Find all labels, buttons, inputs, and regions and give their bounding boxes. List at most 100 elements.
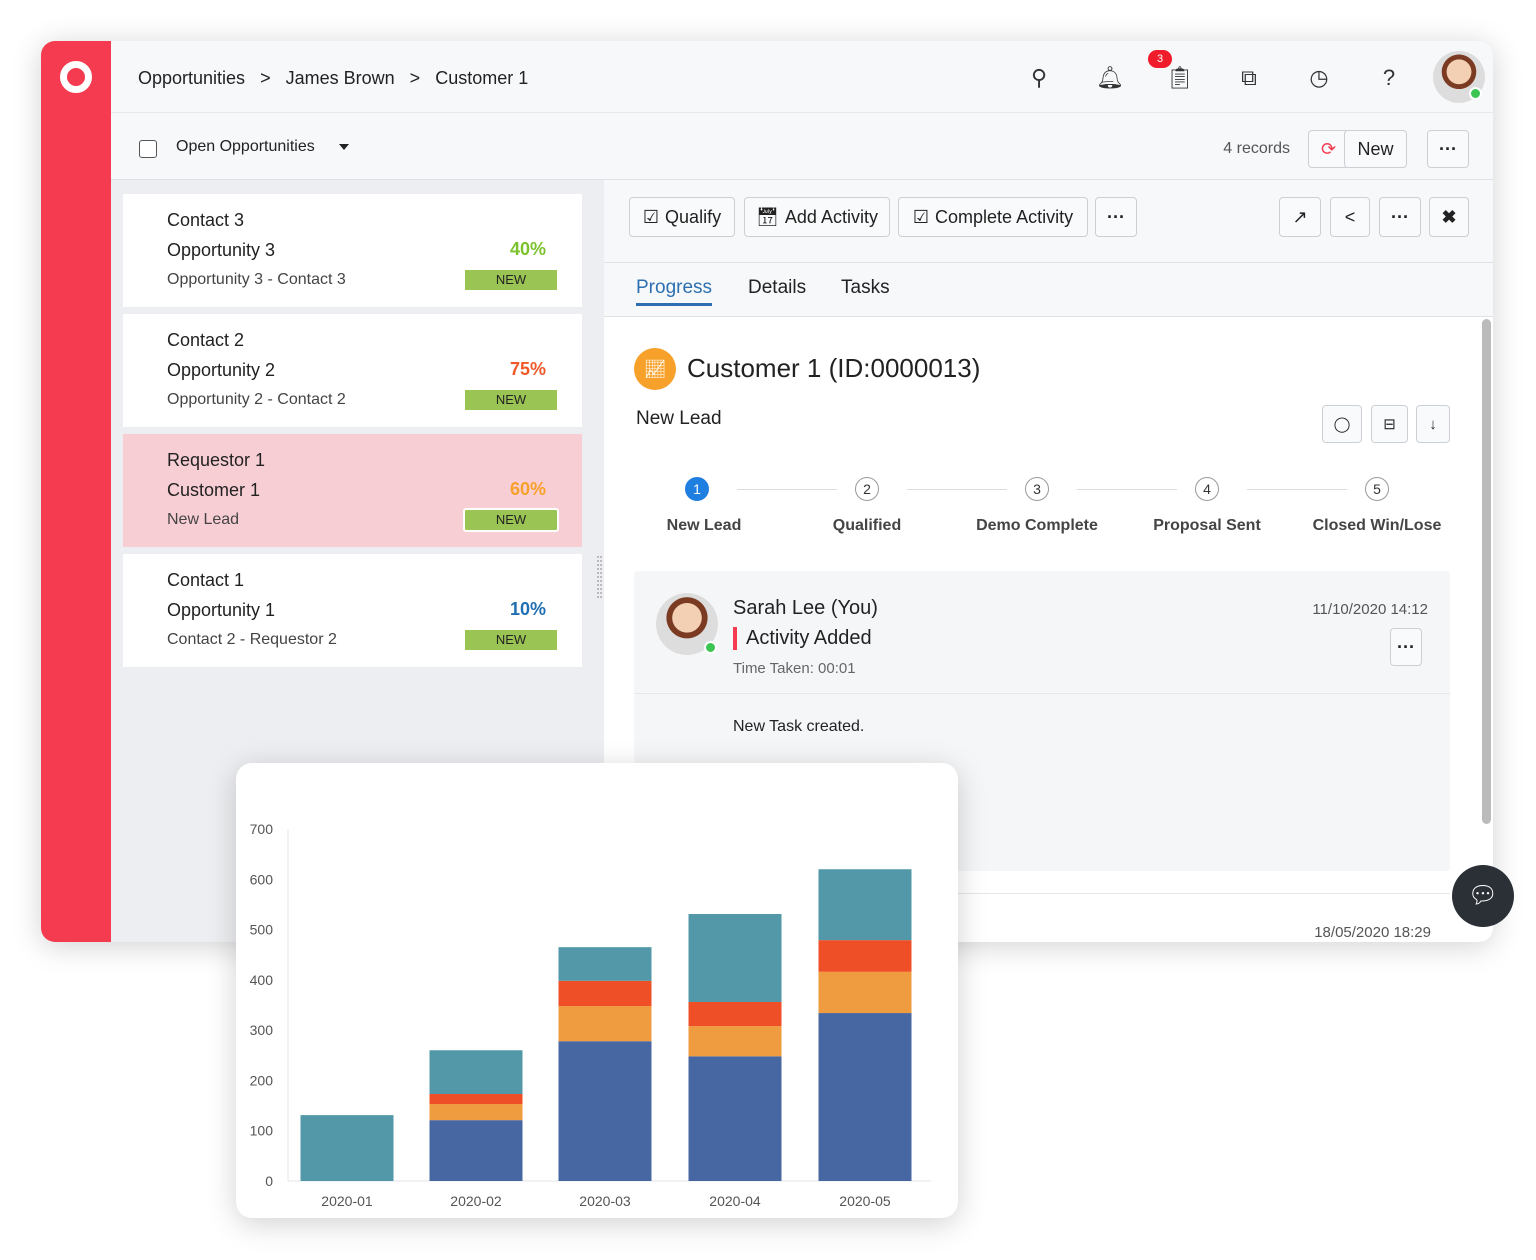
rss-icon[interactable]: ⧉ bbox=[1236, 65, 1262, 91]
tab-details[interactable]: Details bbox=[748, 277, 806, 299]
step-4-marker[interactable]: 4 bbox=[1195, 477, 1219, 501]
step-3-marker[interactable]: 3 bbox=[1025, 477, 1049, 501]
download-button[interactable]: ↓ bbox=[1416, 405, 1450, 443]
opportunity-card[interactable]: Contact 1 Opportunity 1 Contact 2 - Requ… bbox=[123, 554, 582, 667]
step-label: Proposal Sent bbox=[1153, 517, 1261, 534]
card-contact: Contact 2 bbox=[167, 330, 245, 350]
step-connector bbox=[737, 489, 837, 490]
calendar-icon: 📅︎ bbox=[756, 206, 779, 227]
activity-body: New Task created. bbox=[733, 718, 865, 735]
status-badge: NEW bbox=[465, 270, 557, 290]
opportunity-card[interactable]: Contact 3 Opportunity 3 Opportunity 3 - … bbox=[123, 194, 582, 307]
card-subtitle: Opportunity 2 - Contact 2 bbox=[167, 391, 346, 408]
y-tick-label: 0 bbox=[265, 1173, 273, 1189]
logo-icon[interactable] bbox=[60, 61, 92, 93]
step-connector bbox=[1077, 489, 1177, 490]
card-probability: 10% bbox=[509, 599, 546, 619]
step-2-marker[interactable]: 2 bbox=[855, 477, 879, 501]
view-selector[interactable]: Open Opportunities bbox=[176, 138, 315, 156]
card-probability: 60% bbox=[509, 479, 546, 499]
open-external-button[interactable]: ↗ bbox=[1279, 197, 1321, 237]
notification-badge: 3 bbox=[1148, 50, 1172, 68]
clock-icon[interactable]: ◷ bbox=[1306, 65, 1332, 91]
y-tick-label: 700 bbox=[250, 821, 274, 837]
breadcrumb-james-brown[interactable]: James Brown bbox=[286, 68, 395, 88]
more-actions-button[interactable]: ··· bbox=[1095, 197, 1137, 237]
stacked-bar-chart: 0 100 200 300 400 500 600 700 2020-01 2020-02 2020… bbox=[250, 821, 931, 1209]
breadcrumb-customer: Customer 1 bbox=[435, 68, 529, 88]
card-contact: Contact 1 bbox=[167, 570, 245, 590]
bell-icon[interactable]: 🔔︎ bbox=[1096, 65, 1124, 91]
new-button[interactable]: New bbox=[1344, 130, 1407, 168]
card-contact: Requestor 1 bbox=[167, 450, 266, 470]
y-tick-label: 300 bbox=[250, 1022, 274, 1038]
resize-handle[interactable] bbox=[597, 556, 602, 598]
step-1-marker[interactable]: 1 bbox=[685, 477, 709, 501]
comment-button[interactable]: ◯ bbox=[1322, 405, 1362, 443]
collapse-button[interactable]: ⊟ bbox=[1371, 405, 1408, 443]
opportunity-card[interactable]: Requestor 1 Customer 1 New Lead 60% NEW bbox=[123, 434, 582, 547]
record-more-button[interactable]: ··· bbox=[1379, 197, 1421, 237]
bar-segment bbox=[429, 1050, 523, 1095]
y-tick-label: 400 bbox=[250, 972, 274, 988]
step-5-marker[interactable]: 5 bbox=[1365, 477, 1389, 501]
close-button[interactable]: ✖ bbox=[1429, 197, 1469, 237]
online-status-dot bbox=[704, 641, 717, 654]
help-icon[interactable]: ? bbox=[1376, 65, 1402, 91]
bar-segment bbox=[688, 1026, 782, 1057]
bar-segment bbox=[818, 940, 912, 972]
x-tick-label: 2020-02 bbox=[450, 1193, 502, 1209]
checkbox-icon: ☑ bbox=[642, 206, 660, 227]
add-activity-label: Add Activity bbox=[784, 206, 878, 227]
select-all-checkbox[interactable] bbox=[139, 140, 157, 158]
opportunity-card[interactable]: Contact 2 Opportunity 2 Opportunity 2 - … bbox=[123, 314, 582, 427]
tab-tasks[interactable]: Tasks bbox=[841, 277, 890, 299]
refresh-button[interactable]: ⟳ bbox=[1308, 130, 1349, 168]
bar-segment bbox=[688, 1001, 782, 1027]
add-activity-button[interactable]: 📅︎ Add Activity bbox=[744, 197, 890, 237]
activity-date: 11/10/2020 14:12 bbox=[1312, 601, 1428, 618]
bar-segment bbox=[818, 869, 912, 941]
bar-segment bbox=[429, 1120, 523, 1181]
breadcrumb-separator: > bbox=[409, 68, 421, 88]
action-bar: ☑ Qualify 📅︎ Add Activity ☑ Complete Activi… bbox=[604, 180, 1493, 263]
bar-segment bbox=[818, 1013, 912, 1181]
scrollbar[interactable] bbox=[1482, 319, 1491, 824]
bar-segment bbox=[688, 1056, 782, 1181]
more-button[interactable]: ··· bbox=[1427, 130, 1469, 168]
status-badge: NEW bbox=[465, 390, 557, 410]
breadcrumb-opportunities[interactable]: Opportunities bbox=[138, 68, 245, 88]
bar-chart-card: 0 100 200 300 400 500 600 700 2020-01 2020-02 2020… bbox=[236, 763, 958, 1218]
qualify-label: Qualify bbox=[665, 206, 722, 227]
card-opportunity: Opportunity 1 bbox=[167, 600, 276, 620]
bar-segment bbox=[818, 971, 912, 1014]
card-subtitle: Opportunity 3 - Contact 3 bbox=[167, 271, 346, 288]
breadcrumb-separator: > bbox=[260, 68, 271, 88]
bar-segment bbox=[688, 913, 782, 1002]
bar-segment bbox=[300, 1115, 394, 1181]
clipboard-icon[interactable]: 📋︎ bbox=[1166, 65, 1194, 91]
record-stage: New Lead bbox=[636, 408, 722, 429]
card-subtitle: Contact 2 - Requestor 2 bbox=[167, 631, 337, 648]
step-connector bbox=[1247, 489, 1347, 490]
activity-more-button[interactable]: ··· bbox=[1390, 628, 1422, 666]
step-label: Closed Win/Lose bbox=[1312, 517, 1442, 534]
bar-segment bbox=[558, 980, 652, 1007]
next-activity-date: 18/05/2020 18:29 bbox=[1314, 924, 1431, 941]
complete-activity-button[interactable]: ☑ Complete Activity bbox=[898, 197, 1088, 237]
tab-bar: Progress Details Tasks bbox=[604, 263, 1493, 317]
chart-growth-icon: 📈︎ bbox=[634, 348, 676, 390]
card-opportunity: Opportunity 2 bbox=[167, 360, 276, 380]
card-subtitle: New Lead bbox=[167, 511, 240, 528]
x-tick-label: 2020-03 bbox=[579, 1193, 631, 1209]
card-opportunity: Customer 1 bbox=[167, 480, 261, 500]
breadcrumb: Opportunities > James Brown > Customer 1 bbox=[138, 68, 538, 89]
chat-icon[interactable]: 💬︎ bbox=[1452, 865, 1514, 927]
list-toolbar: Open Opportunities 4 records ⟳ New ··· bbox=[111, 113, 1493, 180]
tab-progress[interactable]: Progress bbox=[636, 277, 713, 306]
qualify-button[interactable]: ☑ Qualify bbox=[629, 197, 735, 237]
chevron-down-icon[interactable] bbox=[339, 144, 349, 150]
bar-segment bbox=[558, 947, 652, 981]
search-icon[interactable]: ⚲ bbox=[1026, 65, 1052, 91]
share-button[interactable]: < bbox=[1330, 197, 1370, 237]
